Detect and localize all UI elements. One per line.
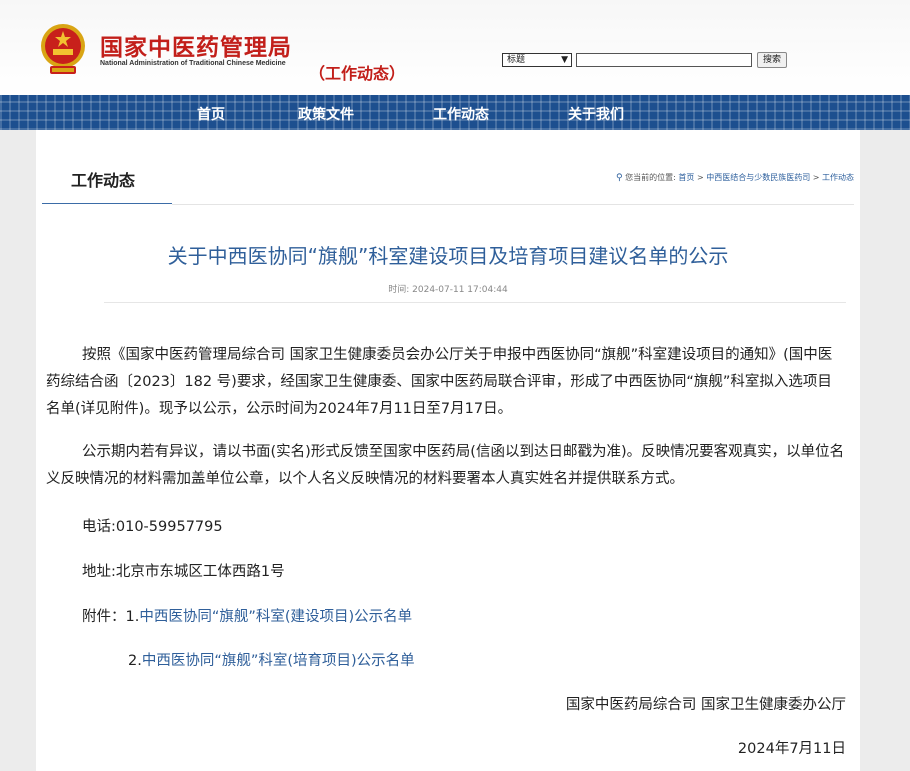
attachment-number: 2. [128, 653, 142, 669]
signature: 国家中医药局综合司 国家卫生健康委办公厅 [565, 697, 846, 713]
contact-phone: 电话:010-59957795 [82, 519, 223, 535]
publish-date: 2024年7月11日 [737, 741, 846, 757]
nav-item-about[interactable]: 关于我们 [568, 104, 624, 124]
attachments-label: 附件： [82, 609, 126, 625]
breadcrumb-item-department[interactable]: 中西医结合与少数民族医药司 [706, 173, 810, 182]
article-paragraph-1: 按照《国家中医药管理局综合司 国家卫生健康委员会办公厅关于申报中西医协同“旗舰”… [46, 347, 833, 417]
search-input[interactable] [576, 53, 752, 67]
attachment-number: 1. [125, 609, 140, 625]
attachment-row-2: 2.中西医协同“旗舰”科室(培育项目)公示名单 [128, 649, 415, 670]
nav-item-policy[interactable]: 政策文件 [298, 104, 354, 124]
search-field-select[interactable]: 标题 ▼ [502, 53, 572, 67]
org-name-en: National Administration of Traditional C… [100, 60, 286, 67]
breadcrumb-separator: > [812, 173, 820, 182]
breadcrumb-prefix: 您当前的位置: [625, 173, 676, 182]
breadcrumb-separator: > [696, 173, 704, 182]
breadcrumb: ⚲ 您当前的位置: 首页 > 中西医结合与少数民族医药司 > 工作动态 [616, 172, 854, 183]
section-title-underline [42, 203, 172, 204]
breadcrumb-item-news[interactable]: 工作动态 [822, 173, 854, 182]
divider [172, 204, 854, 205]
main-nav: 首页 政策文件 工作动态 关于我们 [0, 95, 910, 130]
section-title: 工作动态 [71, 171, 136, 190]
org-name-cn[interactable]: 国家中医药管理局 [100, 28, 292, 62]
location-pin-icon: ⚲ [616, 173, 623, 183]
attachment-link-1[interactable]: 中西医协同“旗舰”科室(建设项目)公示名单 [139, 609, 412, 625]
breadcrumb-item-home[interactable]: 首页 [678, 173, 694, 182]
section-tag: （工作动态） [309, 64, 406, 83]
search-select-value: 标题 [507, 55, 526, 65]
site-header: 国家中医药管理局 National Administration of Trad… [0, 0, 910, 95]
article-paragraph-2: 公示期内若有异议，请以书面(实名)形式反馈至国家中医药局(信函以到达日邮戳为准)… [46, 444, 845, 487]
divider [104, 302, 846, 303]
contact-address: 地址:北京市东城区工体西路1号 [82, 564, 285, 580]
article-time: 时间: 2024-07-11 17:04:44 [388, 285, 508, 295]
attachment-row-1: 附件：1.中西医协同“旗舰”科室(建设项目)公示名单 [82, 605, 412, 626]
nav-item-news[interactable]: 工作动态 [433, 104, 489, 124]
search-button[interactable]: 搜索 [757, 52, 787, 68]
chevron-down-icon: ▼ [561, 55, 568, 65]
content-panel: 工作动态 ⚲ 您当前的位置: 首页 > 中西医结合与少数民族医药司 > 工作动态… [36, 130, 860, 771]
nav-item-home[interactable]: 首页 [197, 104, 225, 124]
attachment-link-2[interactable]: 中西医协同“旗舰”科室(培育项目)公示名单 [142, 653, 415, 669]
article-title: 关于中西医协同“旗舰”科室建设项目及培育项目建议名单的公示 [167, 244, 729, 268]
national-emblem-icon [41, 24, 85, 74]
